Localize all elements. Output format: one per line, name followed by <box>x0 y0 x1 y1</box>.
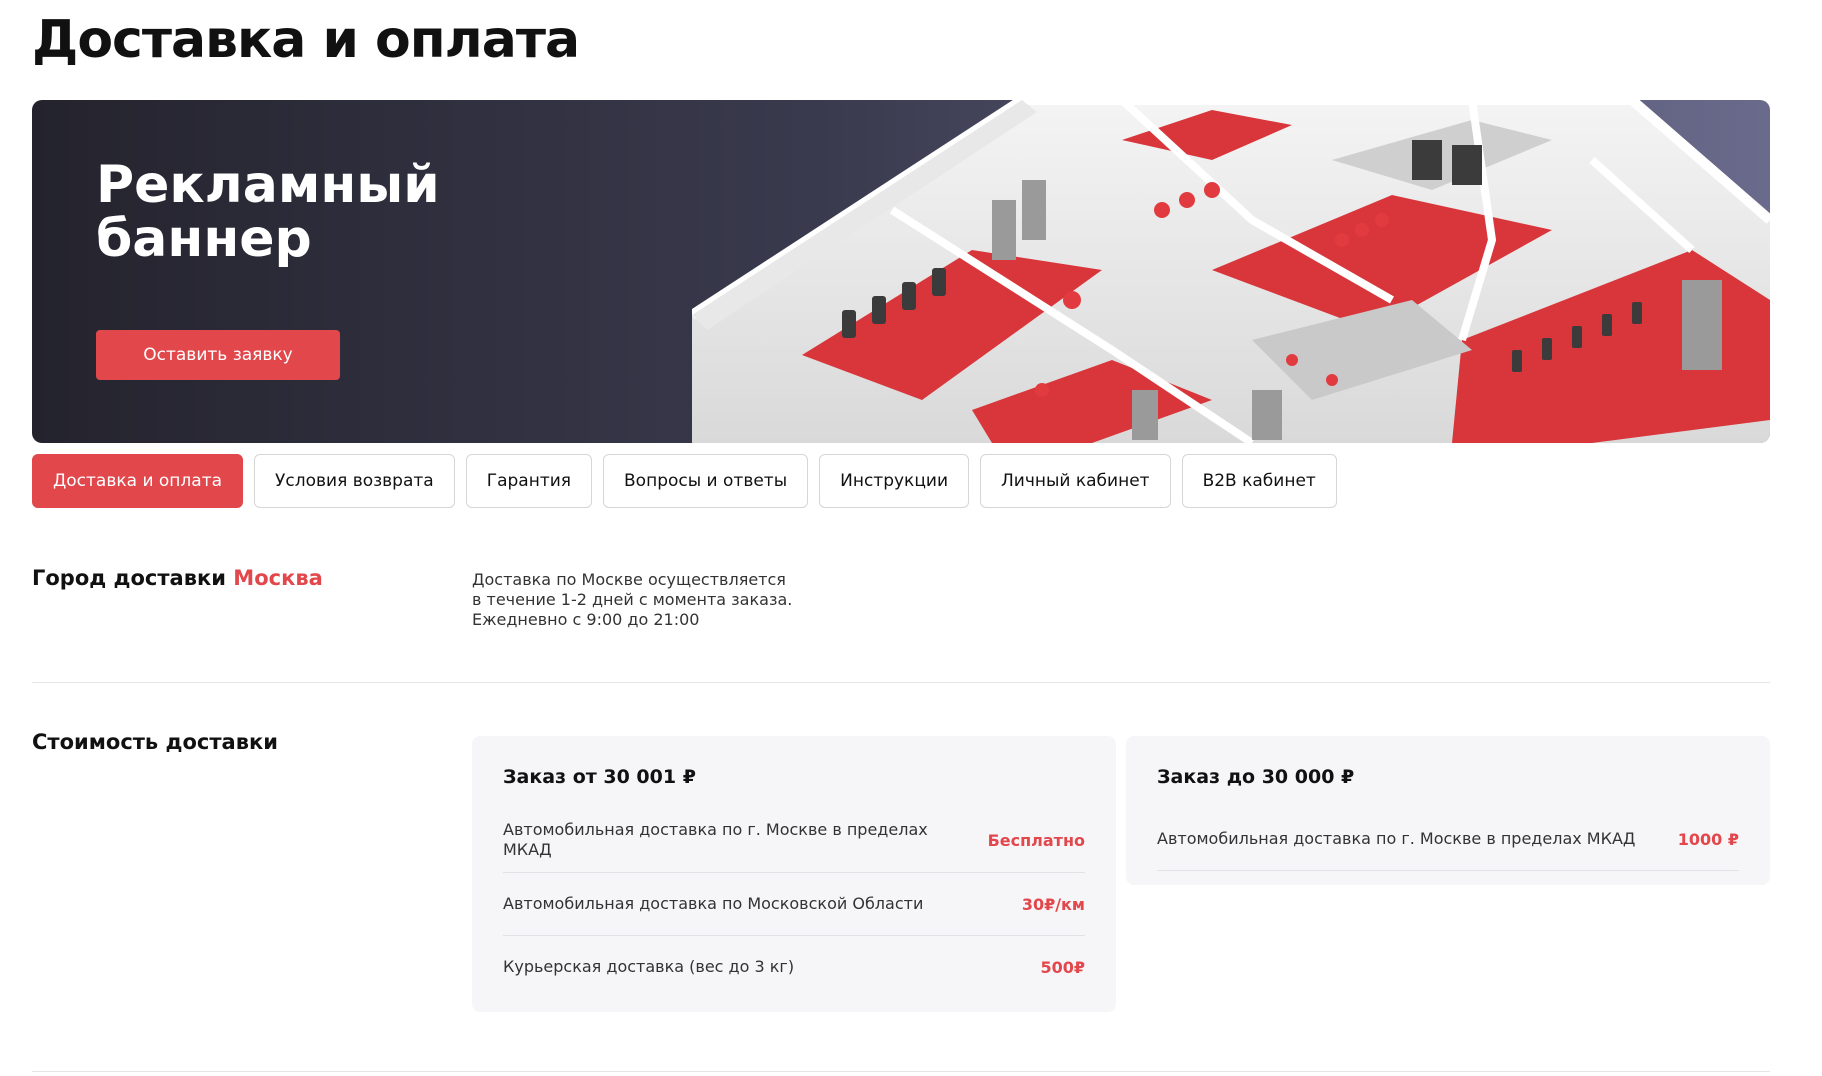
promo-banner: Рекламный баннер Оставить заявку <box>32 100 1770 443</box>
delivery-cost-heading: Стоимость доставки <box>32 730 278 754</box>
price-row-label: Автомобильная доставка по Московской Обл… <box>503 894 924 913</box>
delivery-info-line: Ежедневно с 9:00 до 21:00 <box>472 610 700 629</box>
price-row-value: Бесплатно <box>987 830 1085 850</box>
price-row-label: Автомобильная доставка по г. Москве в пр… <box>503 820 928 859</box>
tab-faq[interactable]: Вопросы и ответы <box>603 454 809 508</box>
delivery-info-line: в течение 1-2 дней с момента заказа. <box>472 590 793 609</box>
price-card-under-30000: Заказ до 30 000 ₽ Автомобильная доставка… <box>1126 736 1770 885</box>
price-row-label: Автомобильная доставка по г. Москве в пр… <box>1157 829 1636 848</box>
price-card-title: Заказ от 30 001 ₽ <box>503 766 696 788</box>
price-row-label: Курьерская доставка (вес до 3 кг) <box>503 957 795 976</box>
tab-instructions[interactable]: Инструкции <box>819 454 969 508</box>
tab-b2b-account[interactable]: B2B кабинет <box>1181 454 1337 508</box>
section-divider <box>32 1071 1770 1072</box>
price-row: Автомобильная доставка по г. Москве в пр… <box>1157 808 1739 871</box>
delivery-info-line: Доставка по Москве осуществляется <box>472 570 786 589</box>
price-row-value: 30₽/км <box>1021 894 1085 914</box>
delivery-info: Доставка по Москве осуществляется в тече… <box>472 570 792 630</box>
tab-personal-account[interactable]: Личный кабинет <box>980 454 1171 508</box>
price-row-value: 1000 ₽ <box>1677 829 1739 849</box>
tabs-nav: Доставка и оплата Условия возврата Гаран… <box>32 454 1337 508</box>
tab-return-conditions[interactable]: Условия возврата <box>254 454 455 508</box>
banner-title: Рекламный баннер <box>96 155 440 269</box>
price-row: Автомобильная доставка по г. Москве в пр… <box>503 808 1085 873</box>
price-card-over-30001: Заказ от 30 001 ₽ Автомобильная доставка… <box>472 736 1116 1012</box>
city-selector[interactable]: Москва <box>233 566 323 590</box>
price-card-title: Заказ до 30 000 ₽ <box>1157 766 1355 788</box>
submit-request-button[interactable]: Оставить заявку <box>96 330 340 380</box>
delivery-city-label: Город доставки <box>32 566 226 590</box>
section-divider <box>32 682 1770 683</box>
gym-floorplan-image <box>692 100 1770 443</box>
tab-warranty[interactable]: Гарантия <box>465 454 593 508</box>
price-row: Курьерская доставка (вес до 3 кг) 500₽ <box>503 936 1085 998</box>
tab-delivery-payment[interactable]: Доставка и оплата <box>32 454 244 508</box>
delivery-city-heading: Город доставки Москва <box>32 566 323 590</box>
price-row-value: 500₽ <box>1040 957 1085 977</box>
price-row: Автомобильная доставка по Московской Обл… <box>503 873 1085 936</box>
page-title: Доставка и оплата <box>32 10 580 70</box>
